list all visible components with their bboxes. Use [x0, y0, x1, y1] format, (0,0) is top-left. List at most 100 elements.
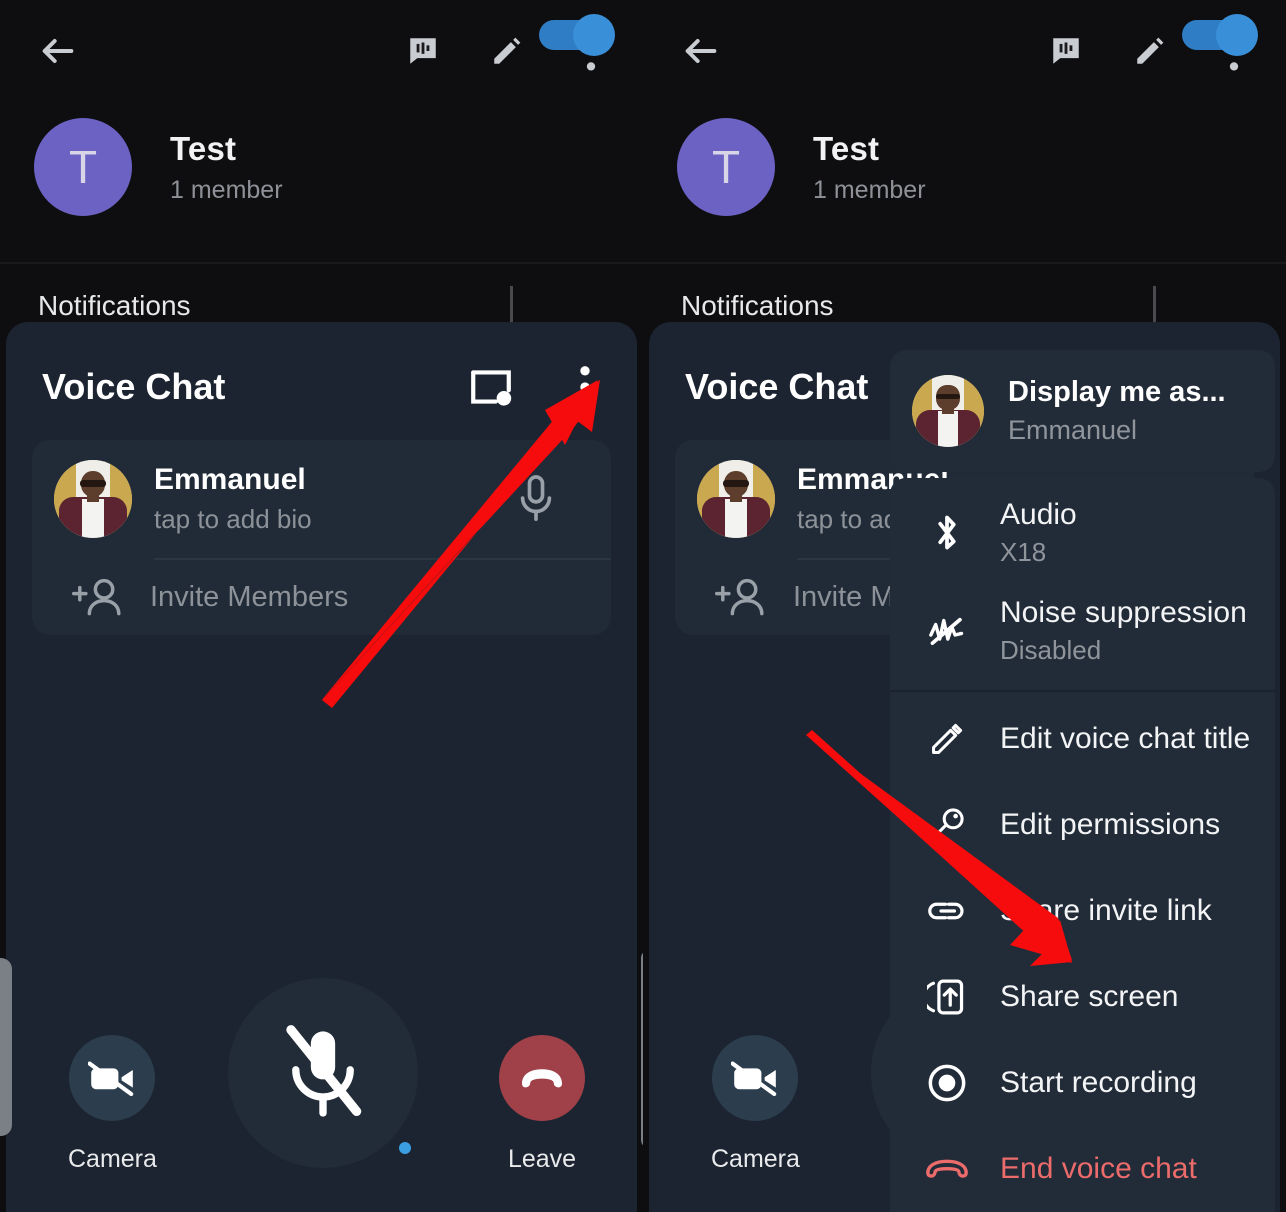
voice-chat-controls-left: Camera Leave	[6, 950, 637, 1212]
phone-hangup-icon	[499, 1035, 585, 1121]
menu-item-sublabel: Disabled	[1000, 635, 1102, 665]
voice-chat-sheet: Voice Chat Emmanuel tap to add bio Invit…	[6, 322, 637, 1212]
voice-chat-title: Voice Chat	[685, 366, 869, 407]
menu-item-label: Edit voice chat title	[1000, 722, 1251, 755]
member-name: Emmanuel	[154, 463, 306, 496]
section-divider	[0, 262, 643, 264]
voice-chat-header: Voice Chat	[6, 322, 637, 452]
avatar: T	[677, 118, 775, 216]
menu-item-edit-voice-chat-title[interactable]: Edit voice chat title	[890, 696, 1275, 782]
left-edge-drag-handle[interactable]	[0, 958, 12, 1136]
notifications-label: Notifications	[38, 290, 191, 321]
notifications-toggle[interactable]	[529, 8, 619, 56]
menu-item-label: Noise suppression	[1000, 596, 1247, 629]
display-me-as-item[interactable]: Display me as... Emmanuel	[890, 350, 1275, 472]
menu-item-label: Share invite link	[1000, 894, 1212, 927]
member-bio[interactable]: tap to add bio	[154, 504, 312, 535]
user-photo-avatar	[54, 460, 132, 538]
notifications-label: Notifications	[681, 290, 834, 321]
link-icon	[916, 896, 978, 926]
add-person-icon	[711, 577, 771, 619]
page-title: Test	[170, 129, 237, 167]
voice-chat-member-card: Emmanuel tap to add bio Invite Members	[32, 440, 611, 635]
menu-divider	[890, 690, 1275, 692]
share-screen-icon	[916, 976, 978, 1018]
camera-label: Camera	[711, 1145, 800, 1173]
pencil-icon[interactable]	[1122, 23, 1178, 79]
profile-header: T Test 1 member	[643, 112, 1286, 222]
avatar: T	[34, 118, 132, 216]
page-title: Test	[813, 129, 880, 167]
menu-item-label: Audio	[1000, 498, 1077, 531]
bluetooth-icon	[916, 511, 978, 555]
share-invite-link-text: Share invite link	[1000, 894, 1212, 928]
edit-title-text: Edit voice chat title	[1000, 722, 1250, 756]
noise-suppression-icon	[916, 611, 978, 651]
mic-toggle-button[interactable]	[228, 978, 418, 1168]
voice-chat-more-icon[interactable]	[557, 359, 613, 415]
menu-item-audio[interactable]: Audio X18	[890, 484, 1275, 582]
mic-status-dot	[399, 1142, 411, 1154]
leave-label: Leave	[507, 1145, 577, 1173]
record-icon	[916, 1063, 978, 1103]
back-icon[interactable]	[673, 23, 729, 79]
display-me-as-label: Display me as...	[1008, 376, 1226, 408]
pencil-icon[interactable]	[479, 23, 535, 79]
camera-off-icon	[712, 1035, 799, 1121]
user-photo-avatar	[912, 375, 984, 447]
menu-item-sublabel: X18	[1000, 537, 1047, 567]
voice-chat-options-menu: Display me as... Emmanuel Audio X18 Nois…	[890, 350, 1275, 1212]
profile-text-block: Test 1 member	[813, 130, 926, 205]
menu-item-end-voice-chat[interactable]: End voice chat	[890, 1126, 1275, 1212]
phone-hangup-icon	[916, 1156, 978, 1182]
menu-item-edit-permissions[interactable]: Edit permissions	[890, 782, 1275, 868]
pencil-icon	[916, 720, 978, 758]
toggle-knob	[1216, 14, 1258, 56]
camera-button[interactable]: Camera	[711, 1035, 800, 1174]
menu-item-label: Start recording	[1000, 1066, 1197, 1099]
profile-text-block: Test 1 member	[170, 130, 283, 205]
user-photo-avatar	[697, 460, 775, 538]
picture-in-picture-icon[interactable]	[463, 359, 519, 415]
leave-button[interactable]: Leave	[499, 1035, 585, 1174]
microphone-icon[interactable]	[513, 474, 559, 524]
voice-chat-title: Voice Chat	[42, 366, 226, 407]
noise-suppression-text: Noise suppression Disabled	[1000, 596, 1247, 666]
invite-members-label: Invite Members	[150, 581, 349, 613]
menu-item-label: Edit permissions	[1000, 808, 1221, 841]
add-person-icon	[68, 577, 128, 619]
key-icon	[916, 806, 978, 844]
audio-text: Audio X18	[1000, 498, 1077, 568]
left-phone-panel: T Test 1 member Notifications Voice Chat	[0, 0, 643, 1212]
poll-icon[interactable]	[1038, 23, 1094, 79]
menu-item-noise-suppression[interactable]: Noise suppression Disabled	[890, 582, 1275, 680]
invite-members-row[interactable]: Invite Members	[32, 560, 611, 635]
member-row[interactable]: Emmanuel tap to add bio	[32, 440, 611, 560]
member-info: Emmanuel tap to add bio	[154, 463, 312, 535]
profile-header: T Test 1 member	[0, 112, 643, 222]
menu-item-label: Share screen	[1000, 980, 1179, 1013]
end-voice-chat-text: End voice chat	[1000, 1152, 1197, 1186]
camera-off-icon	[69, 1035, 156, 1121]
section-divider	[643, 262, 1286, 264]
start-recording-text: Start recording	[1000, 1066, 1197, 1100]
notifications-tick	[510, 286, 513, 326]
back-icon[interactable]	[30, 23, 86, 79]
display-me-as-text: Display me as... Emmanuel	[1008, 376, 1226, 446]
menu-items-list: Audio X18 Noise suppression Disabled Edi…	[890, 478, 1275, 1212]
member-count: 1 member	[813, 175, 926, 204]
member-count: 1 member	[170, 175, 283, 204]
camera-button[interactable]: Camera	[68, 1035, 157, 1174]
poll-icon[interactable]	[395, 23, 451, 79]
menu-item-label: End voice chat	[1000, 1152, 1197, 1185]
menu-item-share-screen[interactable]: Share screen	[890, 954, 1275, 1040]
edit-permissions-text: Edit permissions	[1000, 808, 1220, 842]
menu-item-share-invite-link[interactable]: Share invite link	[890, 868, 1275, 954]
display-me-as-value: Emmanuel	[1008, 415, 1138, 445]
notifications-toggle[interactable]	[1172, 8, 1262, 56]
screenshot-root: T Test 1 member Notifications Voice Chat	[0, 0, 1286, 1212]
notifications-tick	[1153, 286, 1156, 326]
share-screen-text: Share screen	[1000, 980, 1178, 1014]
menu-item-start-recording[interactable]: Start recording	[890, 1040, 1275, 1126]
toggle-knob	[573, 14, 615, 56]
